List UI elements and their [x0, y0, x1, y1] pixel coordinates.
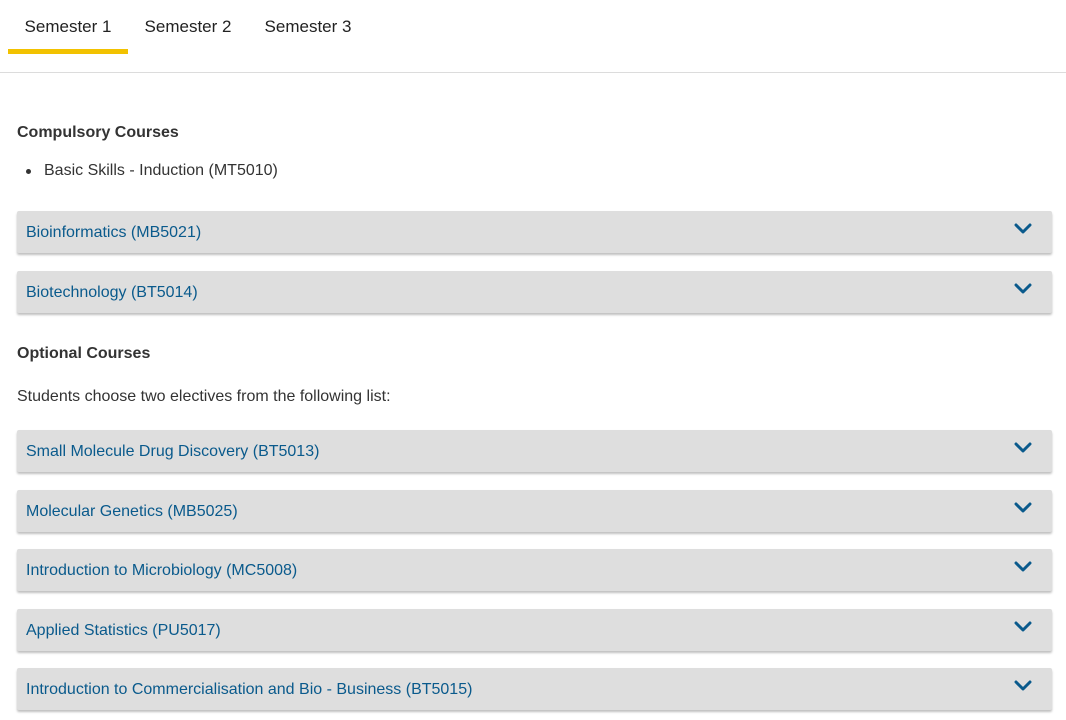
- accordion-label[interactable]: Molecular Genetics (MB5025): [26, 490, 238, 533]
- chevron-down-icon[interactable]: [1014, 561, 1032, 573]
- semester-tab-bar: Semester 1 Semester 2 Semester 3: [0, 0, 1066, 73]
- accordion-label[interactable]: Small Molecule Drug Discovery (BT5013): [26, 430, 319, 473]
- optional-courses-heading: Optional Courses: [17, 345, 151, 362]
- accordion-label[interactable]: Biotechnology (BT5014): [26, 271, 198, 314]
- list-item-text: Basic Skills - Induction (MT5010): [44, 162, 278, 179]
- chevron-down-icon[interactable]: [1014, 502, 1032, 514]
- accordion-label[interactable]: Applied Statistics (PU5017): [26, 609, 221, 652]
- accordion-biotechnology[interactable]: Biotechnology (BT5014): [17, 271, 1052, 313]
- electives-intro-text: Students choose two electives from the f…: [17, 388, 391, 405]
- list-item: Basic Skills - Induction (MT5010): [26, 160, 278, 182]
- chevron-down-icon[interactable]: [1014, 442, 1032, 454]
- chevron-down-icon[interactable]: [1014, 680, 1032, 692]
- chevron-down-icon[interactable]: [1014, 283, 1032, 295]
- accordion-small-molecule-drug-discovery[interactable]: Small Molecule Drug Discovery (BT5013): [17, 430, 1052, 472]
- bullet-icon: [26, 169, 31, 174]
- chevron-down-icon[interactable]: [1014, 223, 1032, 235]
- accordion-label[interactable]: Introduction to Commercialisation and Bi…: [26, 668, 472, 711]
- tab-semester-3[interactable]: Semester 3: [256, 0, 360, 54]
- accordion-label[interactable]: Introduction to Microbiology (MC5008): [26, 549, 297, 592]
- chevron-down-icon[interactable]: [1014, 621, 1032, 633]
- accordion-introduction-to-microbiology[interactable]: Introduction to Microbiology (MC5008): [17, 549, 1052, 591]
- accordion-applied-statistics[interactable]: Applied Statistics (PU5017): [17, 609, 1052, 651]
- compulsory-bullet-list: Basic Skills - Induction (MT5010): [26, 160, 278, 182]
- tab-semester-2[interactable]: Semester 2: [136, 0, 240, 54]
- tab-semester-1[interactable]: Semester 1: [8, 0, 128, 54]
- compulsory-courses-heading: Compulsory Courses: [17, 124, 179, 141]
- accordion-commercialisation-bio-business[interactable]: Introduction to Commercialisation and Bi…: [17, 668, 1052, 710]
- accordion-label[interactable]: Bioinformatics (MB5021): [26, 211, 201, 254]
- accordion-bioinformatics[interactable]: Bioinformatics (MB5021): [17, 211, 1052, 253]
- accordion-molecular-genetics[interactable]: Molecular Genetics (MB5025): [17, 490, 1052, 532]
